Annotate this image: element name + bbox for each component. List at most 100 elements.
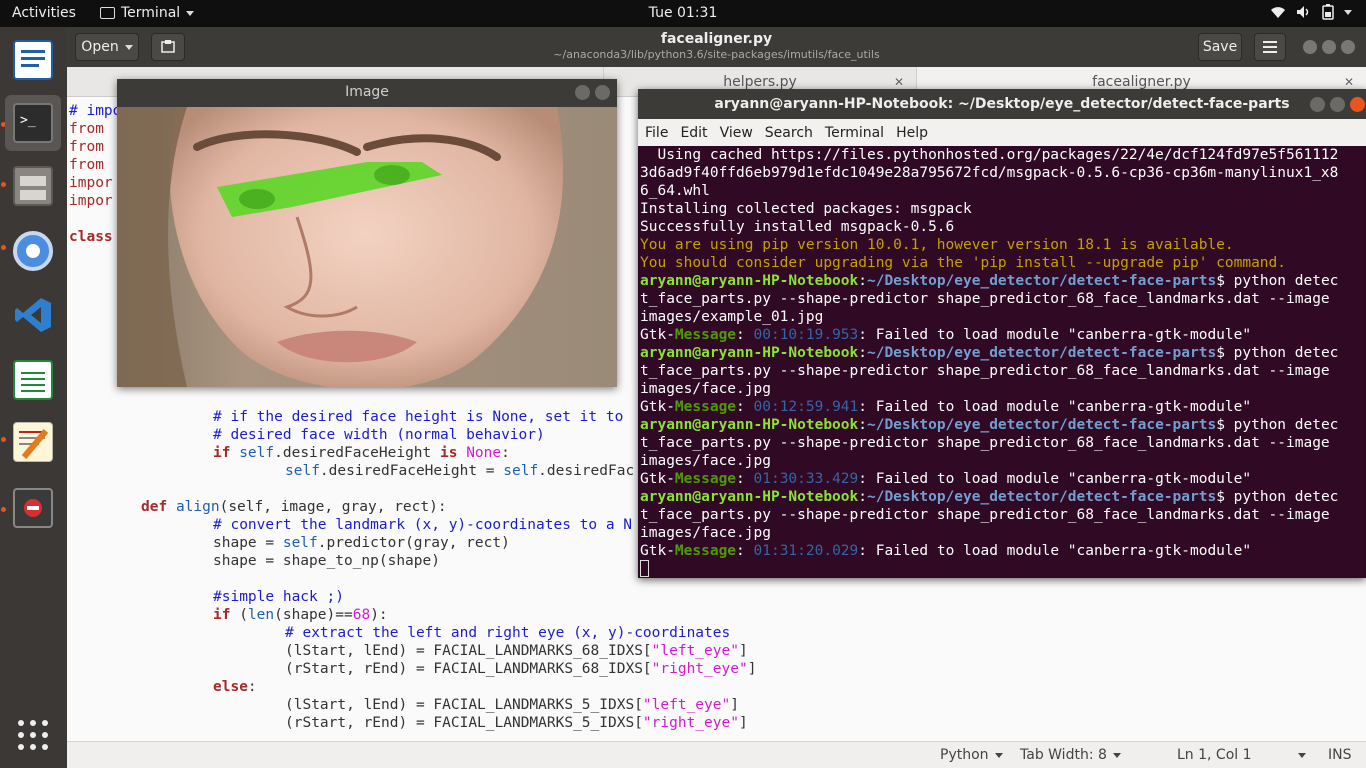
menu-view[interactable]: View xyxy=(720,125,753,141)
spreadsheet-icon xyxy=(13,360,53,400)
terminal-line: t_face_parts.py --shape-predictor shape_… xyxy=(640,507,1330,523)
dock-writer[interactable] xyxy=(5,32,61,88)
tab-width-label: Tab Width: 8 xyxy=(1020,747,1107,763)
chevron-down-icon xyxy=(1297,752,1306,758)
code-line: from xyxy=(69,157,104,173)
terminal-title: aryann@aryann-HP-Notebook: ~/Desktop/eye… xyxy=(714,96,1290,112)
insert-mode: INS xyxy=(1328,747,1352,763)
terminal-line: Gtk-Message: 01:31:20.029: Failed to loa… xyxy=(640,543,1252,559)
dock-chromium[interactable] xyxy=(5,223,61,279)
show-applications-button[interactable] xyxy=(5,707,61,763)
menu-help[interactable]: Help xyxy=(896,125,928,141)
document-title: facealigner.py xyxy=(660,31,773,47)
code-line: shape = shape_to_np(shape) xyxy=(213,553,440,569)
menu-terminal[interactable]: Terminal xyxy=(825,125,884,141)
code-line: from xyxy=(69,121,104,137)
language-selector[interactable]: Python xyxy=(940,747,1003,763)
terminal-line: Gtk-Message: 00:12:59.941: Failed to loa… xyxy=(640,399,1252,415)
text-editor-icon xyxy=(13,422,53,462)
dock-terminal[interactable]: >_ xyxy=(5,95,61,151)
terminal-line: aryann@aryann-HP-Notebook:~/Desktop/eye_… xyxy=(640,489,1339,505)
chevron-down-icon xyxy=(1112,752,1121,758)
minimize-icon[interactable] xyxy=(575,85,590,100)
code-line: # extract the left and right eye (x, y)-… xyxy=(285,625,731,641)
tab-label: facealigner.py xyxy=(1092,74,1191,90)
minimize-icon[interactable] xyxy=(1310,97,1325,112)
close-icon[interactable] xyxy=(1350,97,1365,112)
code-line: # convert the landmark (x, y)-coordinate… xyxy=(213,517,633,533)
cursor-position[interactable]: Ln 1, Col 1 xyxy=(1177,747,1306,763)
terminal-line: 3d6ad9f40ffd6eb979d1efdc1049e28a795672fc… xyxy=(640,165,1339,181)
code-line: # impo xyxy=(69,103,122,119)
no-entry-icon xyxy=(13,488,53,528)
tab-width-selector[interactable]: Tab Width: 8 xyxy=(1020,747,1121,763)
terminal-window: aryann@aryann-HP-Notebook: ~/Desktop/eye… xyxy=(638,89,1366,578)
code-line: (rStart, rEnd) = FACIAL_LANDMARKS_5_IDXS… xyxy=(285,715,748,731)
terminal-line: You should consider upgrading via the 'p… xyxy=(640,255,1287,271)
dock-calc[interactable] xyxy=(5,352,61,408)
terminal-line: images/face.jpg xyxy=(640,381,771,397)
terminal-line: aryann@aryann-HP-Notebook:~/Desktop/eye_… xyxy=(640,273,1339,289)
code-line: def align(self, image, gray, rect): xyxy=(141,499,447,515)
terminal-line: You are using pip version 10.0.1, howeve… xyxy=(640,237,1234,253)
document-path: ~/anaconda3/lib/python3.6/site-packages/… xyxy=(553,48,880,61)
terminal-line: Using cached https://files.pythonhosted.… xyxy=(640,147,1339,163)
dock-app[interactable] xyxy=(5,480,61,536)
menu-file[interactable]: File xyxy=(645,125,668,141)
dock-files[interactable] xyxy=(5,158,61,214)
code-line: from xyxy=(69,139,104,155)
dock-text-editor[interactable] xyxy=(5,414,61,470)
image-window-titlebar[interactable]: Image xyxy=(117,79,617,107)
system-tray[interactable] xyxy=(1270,4,1352,20)
terminal-cursor-line xyxy=(640,560,1364,578)
cursor-position-label: Ln 1, Col 1 xyxy=(1177,747,1252,763)
app-grid-icon xyxy=(18,720,48,750)
top-bar: Activities Terminal Tue 01:31 xyxy=(0,0,1366,27)
wifi-icon xyxy=(1271,7,1285,18)
menu-search[interactable]: Search xyxy=(765,125,813,141)
terminal-titlebar[interactable]: aryann@aryann-HP-Notebook: ~/Desktop/eye… xyxy=(638,89,1366,119)
terminal-line: aryann@aryann-HP-Notebook:~/Desktop/eye_… xyxy=(640,345,1339,361)
vscode-icon xyxy=(15,298,51,332)
hamburger-icon xyxy=(1263,41,1277,53)
code-line: #simple hack ;) xyxy=(213,589,344,605)
maximize-icon[interactable] xyxy=(1330,97,1345,112)
language-label: Python xyxy=(940,747,989,763)
terminal-line: aryann@aryann-HP-Notebook:~/Desktop/eye_… xyxy=(640,417,1339,433)
terminal-menubar: File Edit View Search Terminal Help xyxy=(638,119,1366,146)
close-icon[interactable] xyxy=(595,85,610,100)
terminal-line: images/face.jpg xyxy=(640,525,771,541)
save-button[interactable]: Save xyxy=(1198,33,1242,61)
terminal-line: t_face_parts.py --shape-predictor shape_… xyxy=(640,435,1330,451)
code-line: (lStart, lEnd) = FACIAL_LANDMARKS_68_IDX… xyxy=(285,643,748,659)
close-icon[interactable] xyxy=(1341,40,1355,54)
terminal-line: Installing collected packages: msgpack xyxy=(640,201,972,217)
minimize-icon[interactable] xyxy=(1303,40,1317,54)
writer-document-icon xyxy=(13,40,53,80)
menu-button[interactable] xyxy=(1254,33,1286,61)
code-line: # desired face width (normal behavior) xyxy=(213,427,545,443)
close-tab-icon[interactable]: ✕ xyxy=(894,75,904,89)
chevron-down-icon xyxy=(994,752,1003,758)
image-window: Image xyxy=(117,79,617,387)
terminal-line: t_face_parts.py --shape-predictor shape_… xyxy=(640,291,1330,307)
maximize-icon[interactable] xyxy=(1322,40,1336,54)
dock-vscode[interactable] xyxy=(5,287,61,343)
menu-edit[interactable]: Edit xyxy=(680,125,707,141)
code-line: (rStart, rEnd) = FACIAL_LANDMARKS_68_IDX… xyxy=(285,661,757,677)
clock[interactable]: Tue 01:31 xyxy=(0,5,1366,21)
code-line: self.desiredFaceHeight = self.desiredFac xyxy=(285,463,635,479)
gedit-headerbar: Open facealigner.py ~/anaconda3/lib/pyth… xyxy=(67,27,1366,67)
terminal-output[interactable]: Using cached https://files.pythonhosted.… xyxy=(640,146,1364,578)
terminal-line: Gtk-Message: 01:30:33.429: Failed to loa… xyxy=(640,471,1252,487)
face-photo xyxy=(117,107,617,387)
tab-label: helpers.py xyxy=(723,74,797,90)
code-line: (lStart, lEnd) = FACIAL_LANDMARKS_5_IDXS… xyxy=(285,697,739,713)
terminal-line: t_face_parts.py --shape-predictor shape_… xyxy=(640,363,1330,379)
terminal-line: Successfully installed msgpack-0.5.6 xyxy=(640,219,955,235)
image-window-title: Image xyxy=(345,84,389,100)
close-tab-icon[interactable]: ✕ xyxy=(1344,75,1354,89)
terminal-line: images/face.jpg xyxy=(640,453,771,469)
face-image xyxy=(117,107,617,387)
battery-icon xyxy=(1322,4,1334,20)
